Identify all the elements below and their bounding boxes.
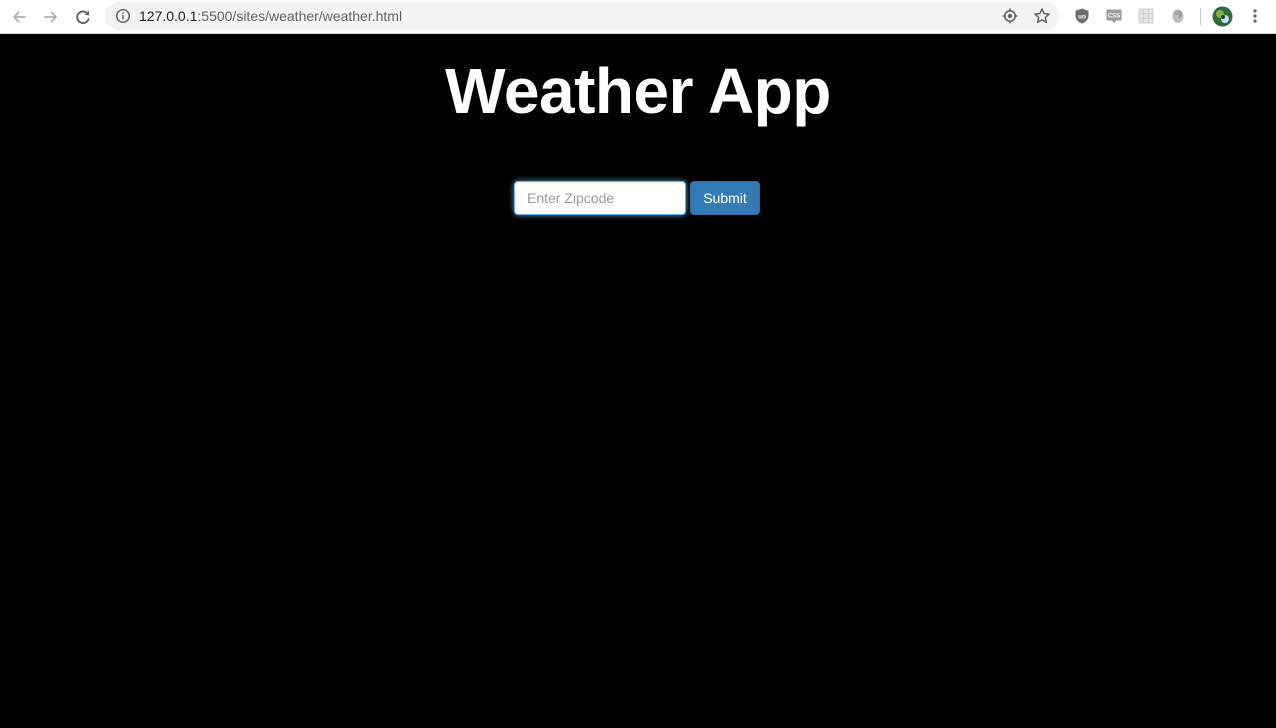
- location-icon[interactable]: [1001, 7, 1019, 25]
- back-button[interactable]: [3, 1, 35, 33]
- ublock-shield-icon[interactable]: uo: [1073, 7, 1091, 25]
- profile-avatar-icon[interactable]: [1212, 6, 1233, 27]
- reload-icon: [76, 10, 90, 24]
- info-icon[interactable]: [115, 8, 131, 24]
- forward-arrow-icon: [44, 11, 57, 23]
- svg-text:CSS: CSS: [1108, 14, 1120, 20]
- grid-extension-icon[interactable]: [1137, 7, 1155, 25]
- url-path: :5500/sites/weather/weather.html: [197, 8, 403, 24]
- back-arrow-icon: [13, 11, 26, 23]
- kebab-menu-icon[interactable]: [1246, 7, 1264, 25]
- reload-button[interactable]: [67, 1, 99, 33]
- svg-text:uo: uo: [1078, 14, 1086, 21]
- submit-button[interactable]: Submit: [690, 181, 760, 215]
- zipcode-input[interactable]: [514, 181, 686, 215]
- forward-button[interactable]: [35, 1, 67, 33]
- toolbar-separator: [1200, 8, 1201, 25]
- address-bar[interactable]: 127.0.0.1:5500/sites/weather/weather.htm…: [105, 2, 1059, 30]
- fingerprint-icon[interactable]: [1169, 7, 1187, 25]
- page-content: Weather App Submit: [0, 35, 1276, 728]
- url-host: 127.0.0.1: [139, 8, 198, 24]
- css-viewer-icon[interactable]: CSS: [1105, 7, 1123, 25]
- page-title: Weather App: [445, 55, 831, 127]
- bookmark-star-icon[interactable]: [1033, 7, 1051, 25]
- browser-toolbar: 127.0.0.1:5500/sites/weather/weather.htm…: [0, 0, 1276, 34]
- url-text[interactable]: 127.0.0.1:5500/sites/weather/weather.htm…: [139, 8, 402, 24]
- zipcode-form: Submit: [514, 181, 760, 215]
